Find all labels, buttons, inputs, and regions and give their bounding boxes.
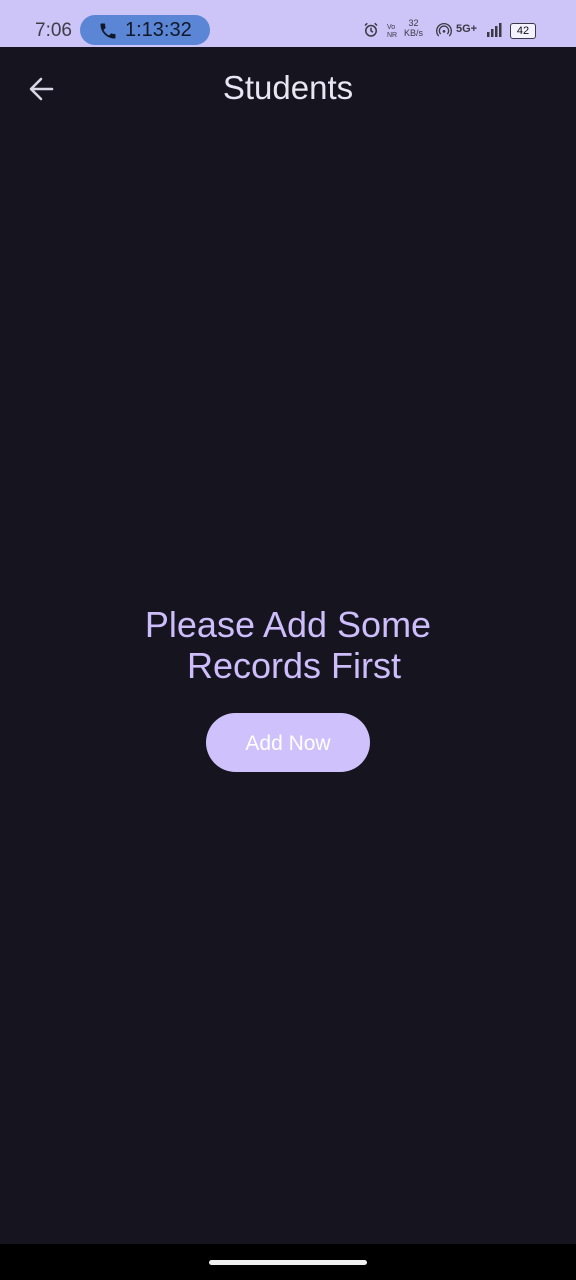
- home-indicator[interactable]: [209, 1260, 367, 1265]
- status-icons: Vo NR 32 KB/s 5G+ 42: [362, 17, 542, 43]
- empty-message-line-1: Please Add Some: [144, 604, 432, 645]
- call-timer: 1:13:32: [125, 19, 192, 41]
- app-bar: Students: [0, 47, 576, 131]
- phone-icon: [100, 23, 116, 39]
- battery-icon: 42: [510, 23, 536, 39]
- page-title: Students: [222, 69, 354, 106]
- status-bar: 7:06 1:13:32 Vo NR 32 KB/s 5G+ 42: [0, 0, 576, 47]
- add-now-button[interactable]: Add Now: [206, 713, 370, 772]
- status-time: 7:06: [35, 20, 72, 41]
- hotspot-icon: [436, 22, 452, 37]
- alarm-icon: [364, 22, 378, 37]
- svg-text:Vo: Vo: [387, 24, 395, 31]
- network-speed: 32 KB/s: [404, 18, 424, 38]
- empty-state-message: Please Add Some Records First: [0, 604, 576, 686]
- vonr-icon: Vo NR: [387, 24, 397, 38]
- network-type: 5G+: [456, 23, 478, 35]
- svg-text:NR: NR: [387, 32, 397, 38]
- signal-icon: [487, 23, 502, 37]
- empty-message-line-2: Records First: [186, 645, 402, 686]
- navigation-bar: [0, 1244, 576, 1280]
- ongoing-call-pill[interactable]: 1:13:32: [80, 15, 210, 45]
